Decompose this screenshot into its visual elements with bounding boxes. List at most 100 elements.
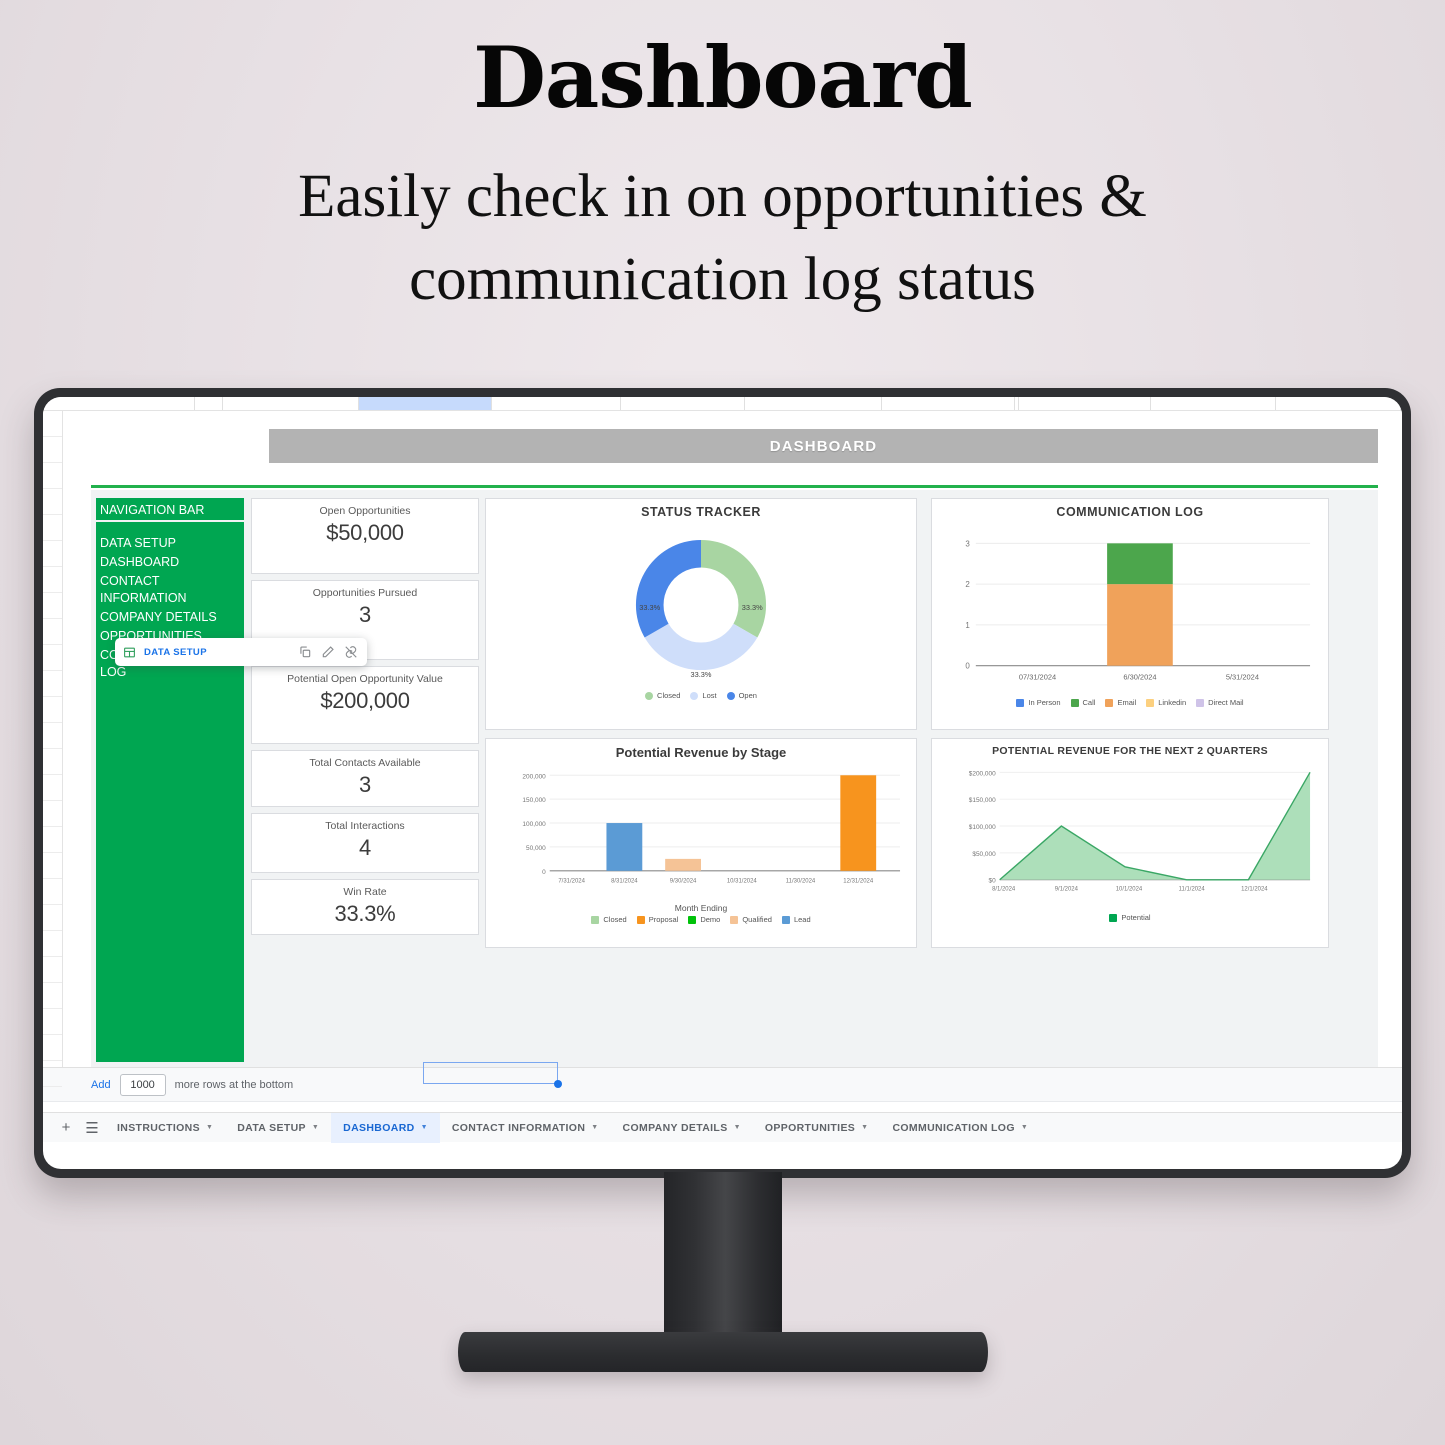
legend-label: Call [1082, 698, 1096, 707]
tab-dashboard[interactable]: DASHBOARD ▼ [331, 1112, 440, 1143]
legend-item[interactable]: Qualified [730, 915, 772, 924]
legend-item[interactable]: Open [726, 691, 757, 700]
bar-proposal [840, 775, 877, 871]
legend-item[interactable]: Lead [781, 915, 811, 924]
legend-item[interactable]: Closed [591, 915, 627, 924]
legend-item[interactable]: Lost [690, 691, 717, 700]
x-axis-label: Month Ending [674, 903, 728, 913]
remove-link-icon[interactable] [344, 645, 359, 660]
sheet-tab-strip: + ☰ INSTRUCTIONS ▼ DATA SETUP ▼ DASHBOAR… [43, 1112, 1402, 1143]
spreadsheet-column-headers[interactable] [43, 397, 1402, 411]
monitor-bezel: DASHBOARD NAVIGATION BAR DATA SETUP DASH… [34, 388, 1411, 1178]
kpi-label: Total Contacts Available [309, 757, 421, 769]
chevron-down-icon[interactable]: ▼ [312, 1124, 319, 1131]
legend-swatch [1105, 698, 1114, 707]
add-rows-bar: Add 1000 more rows at the bottom [43, 1067, 1402, 1101]
sidebar-item-data-setup[interactable]: DATA SETUP [96, 534, 244, 553]
selected-cell-range[interactable] [423, 1062, 558, 1084]
kpi-value: 33.3% [334, 901, 396, 926]
communication-log-bars: 3 2 1 0 07/31/2024 6/30/2024 5/31/2024 [965, 539, 1311, 682]
copy-link-icon[interactable] [298, 645, 313, 660]
navigation-bar: NAVIGATION BAR DATA SETUP DASHBOARD CONT… [96, 498, 244, 1062]
chart-potential-revenue-by-stage[interactable]: Potential Revenue by Stage 200,000 150,0… [485, 738, 917, 948]
chevron-down-icon[interactable]: ▼ [1021, 1124, 1028, 1131]
legend-item[interactable]: Proposal [636, 915, 678, 924]
kpi-card-total-interactions[interactable]: Total Interactions 4 [251, 813, 479, 873]
column-header-selected[interactable] [359, 397, 492, 410]
legend-item[interactable]: Closed [645, 691, 680, 700]
dashboard-canvas: DASHBOARD NAVIGATION BAR DATA SETUP DASH… [63, 411, 1402, 1088]
edit-link-icon[interactable] [321, 645, 336, 660]
page-title: Dashboard [473, 28, 973, 127]
tab-data-setup[interactable]: DATA SETUP ▼ [225, 1113, 331, 1143]
x-tick: 8/1/2024 [992, 887, 1016, 893]
chart-potential-revenue-next-2-quarters[interactable]: POTENTIAL REVENUE FOR THE NEXT 2 QUARTER… [931, 738, 1329, 948]
legend-swatch [730, 915, 739, 924]
horizontal-scrollbar[interactable] [43, 1101, 1402, 1112]
x-tick: 07/31/2024 [1019, 673, 1056, 682]
y-tick: 0 [965, 662, 970, 671]
green-divider [91, 485, 1378, 488]
tab-label: COMPANY DETAILS [622, 1121, 728, 1134]
chevron-down-icon[interactable]: ▼ [861, 1124, 868, 1131]
link-preview-popup[interactable]: DATA SETUP [115, 638, 367, 666]
legend-label: Direct Mail [1208, 698, 1244, 707]
legend-item[interactable]: Call [1070, 698, 1096, 707]
legend-item[interactable]: Potential [1109, 913, 1151, 922]
chart-legend: In Person Call Email Linkedin Direct Mai… [940, 698, 1320, 707]
tab-contact-information[interactable]: CONTACT INFORMATION ▼ [440, 1113, 611, 1143]
legend-swatch [636, 915, 645, 924]
dashboard-title-banner: DASHBOARD [269, 429, 1378, 463]
kpi-card-win-rate[interactable]: Win Rate 33.3% [251, 879, 479, 935]
legend-item[interactable]: In Person [1016, 698, 1061, 707]
spreadsheet-row-headers[interactable] [43, 411, 63, 1087]
tab-label: CONTACT INFORMATION [451, 1121, 586, 1134]
chevron-down-icon[interactable]: ▼ [206, 1124, 213, 1131]
kpi-label: Win Rate [343, 886, 387, 898]
chart-status-tracker[interactable]: STATUS TRACKER 33.3% 33.3% 33.3% Closed … [485, 498, 917, 730]
add-rows-button[interactable]: Add [91, 1079, 111, 1091]
kpi-label: Open Opportunities [319, 505, 411, 517]
x-tick: 8/31/2024 [611, 879, 638, 885]
bar-lead [606, 823, 643, 871]
y-tick: 3 [965, 539, 970, 548]
y-tick: 0 [542, 869, 546, 876]
chart-legend: Closed Proposal Demo Qualified Lead [494, 915, 908, 924]
grid-icon [123, 646, 136, 659]
link-popup-label[interactable]: DATA SETUP [144, 647, 207, 658]
kpi-card-total-contacts-available[interactable]: Total Contacts Available 3 [251, 750, 479, 807]
add-sheet-icon[interactable]: + [53, 1119, 79, 1136]
chart-title: STATUS TRACKER [641, 505, 761, 519]
kpi-card-open-opportunities[interactable]: Open Opportunities $50,000 [251, 498, 479, 574]
navigation-bar-header: NAVIGATION BAR [96, 501, 244, 522]
kpi-card-potential-open-opportunity-value[interactable]: Potential Open Opportunity Value $200,00… [251, 666, 479, 744]
kpi-value: 4 [359, 835, 371, 860]
legend-swatch [1016, 698, 1025, 707]
tab-instructions[interactable]: INSTRUCTIONS ▼ [105, 1113, 225, 1143]
sidebar-item-company-details[interactable]: COMPANY DETAILS [96, 608, 244, 627]
tab-opportunities[interactable]: OPPORTUNITIES ▼ [753, 1113, 881, 1143]
sidebar-item-contact-information[interactable]: CONTACT INFORMATION [96, 572, 244, 608]
tab-communication-log[interactable]: COMMUNICATION LOG ▼ [880, 1113, 1040, 1143]
legend-label: Lead [793, 915, 811, 924]
spreadsheet-body: DASHBOARD NAVIGATION BAR DATA SETUP DASH… [43, 411, 1402, 1088]
chevron-down-icon[interactable]: ▼ [591, 1124, 598, 1131]
add-rows-input[interactable]: 1000 [119, 1073, 166, 1096]
tab-company-details[interactable]: COMPANY DETAILS ▼ [611, 1113, 753, 1143]
dashboard-panel: NAVIGATION BAR DATA SETUP DASHBOARD CONT… [91, 490, 1378, 1088]
selection-fill-handle[interactable] [554, 1080, 562, 1088]
sidebar-item-dashboard[interactable]: DASHBOARD [96, 553, 244, 572]
x-tick: 11/30/2024 [786, 879, 816, 885]
y-tick: 100,000 [522, 821, 546, 828]
chart-communication-log[interactable]: COMMUNICATION LOG 3 2 1 0 07/31/2024 6/3… [931, 498, 1329, 730]
legend-swatch [726, 691, 735, 700]
legend-item[interactable]: Linkedin [1146, 698, 1186, 707]
legend-label: Linkedin [1158, 698, 1187, 707]
chevron-down-icon[interactable]: ▼ [421, 1124, 428, 1131]
tab-label: INSTRUCTIONS [117, 1121, 200, 1134]
all-sheets-icon[interactable]: ☰ [79, 1119, 105, 1137]
chevron-down-icon[interactable]: ▼ [734, 1124, 741, 1131]
legend-item[interactable]: Email [1105, 698, 1136, 707]
legend-item[interactable]: Direct Mail [1196, 698, 1244, 707]
legend-item[interactable]: Demo [688, 915, 720, 924]
